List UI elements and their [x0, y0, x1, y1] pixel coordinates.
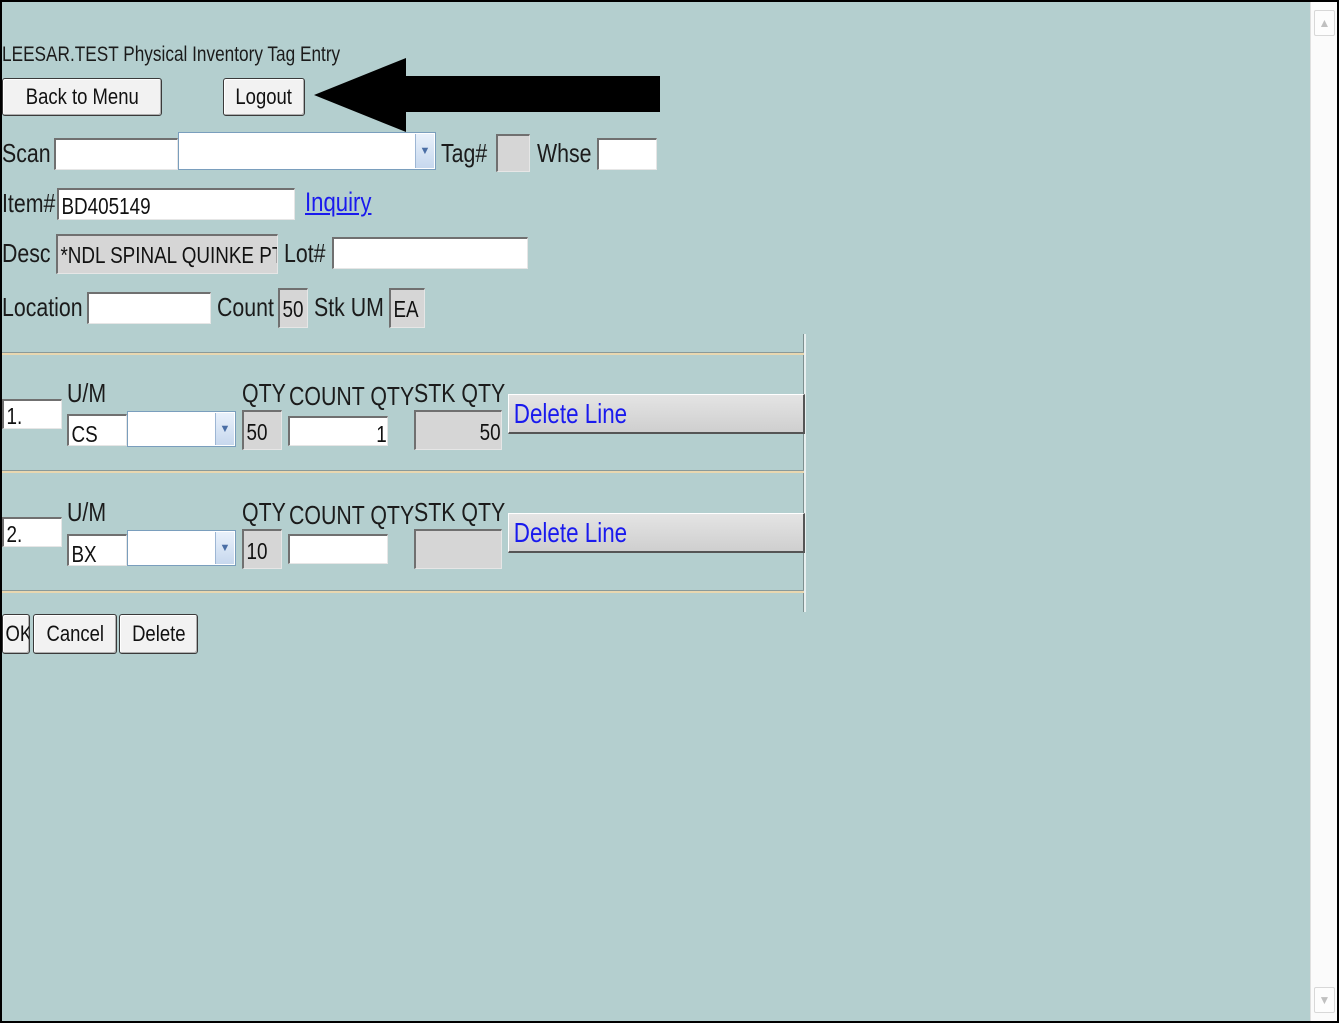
stk-um-field: EA [389, 288, 425, 328]
divider [2, 590, 804, 593]
scan-input[interactable] [54, 138, 178, 170]
scroll-up-icon[interactable]: ▲ [1314, 10, 1335, 36]
um-label: U/M [67, 497, 107, 527]
stk-qty-field: 50 [414, 410, 502, 450]
delete-button[interactable]: Delete [119, 614, 198, 654]
whse-input[interactable] [597, 138, 657, 170]
desc-label: Desc [2, 238, 51, 268]
cancel-button[interactable]: Cancel [33, 614, 117, 654]
qty-label: QTY [242, 378, 286, 408]
item-label: Item# [2, 188, 56, 218]
divider [2, 352, 804, 355]
delete-line-button[interactable]: Delete Line [508, 513, 805, 553]
count-qty-input[interactable] [288, 534, 388, 564]
count-qty-label: COUNT QTY [289, 381, 415, 411]
scan-label: Scan [2, 138, 51, 168]
whse-label: Whse [537, 138, 592, 168]
line-number-input[interactable]: 1. [2, 399, 62, 429]
qty-field: 10 [242, 529, 282, 569]
table-right-border [803, 334, 806, 612]
stk-qty-field [414, 529, 502, 569]
location-input[interactable] [87, 292, 211, 324]
count-label: Count [217, 292, 274, 322]
chevron-down-icon: ▼ [415, 134, 434, 168]
tag-field [496, 134, 530, 172]
um-select[interactable]: ▼ [127, 530, 236, 566]
location-label: Location [2, 292, 83, 322]
lot-label: Lot# [284, 238, 326, 268]
line-number-input[interactable]: 2. [2, 517, 62, 547]
back-to-menu-button[interactable]: Back to Menu [2, 78, 162, 116]
stk-um-label: Stk UM [314, 292, 384, 322]
stk-qty-label: STK QTY [414, 378, 506, 408]
page-title: LEESAR.TEST Physical Inventory Tag Entry [2, 43, 341, 66]
inquiry-link[interactable]: Inquiry [305, 189, 371, 216]
divider [2, 470, 804, 473]
qty-label: QTY [242, 497, 286, 527]
scroll-down-icon[interactable]: ▼ [1314, 987, 1335, 1013]
chevron-down-icon: ▼ [215, 532, 234, 564]
um-input[interactable]: CS [67, 414, 127, 446]
desc-field: *NDL SPINAL QUINKE PT [56, 234, 278, 274]
chevron-down-icon: ▼ [215, 413, 234, 445]
count-field: 50 [278, 288, 308, 328]
ok-button[interactable]: OK [2, 614, 30, 654]
stk-qty-label: STK QTY [414, 497, 506, 527]
tag-label: Tag# [441, 138, 488, 168]
um-label: U/M [67, 378, 107, 408]
vertical-scrollbar[interactable]: ▲ ▼ [1310, 2, 1337, 1021]
app-window: LEESAR.TEST Physical Inventory Tag Entry… [0, 0, 1339, 1023]
um-input[interactable]: BX [67, 534, 127, 566]
count-qty-input[interactable]: 1 [288, 416, 388, 446]
item-input[interactable]: BD405149 [57, 188, 295, 220]
left-arrow-icon [314, 58, 660, 132]
scan-select[interactable]: ▼ [178, 132, 436, 170]
logout-button[interactable]: Logout [223, 78, 305, 116]
qty-field: 50 [242, 410, 282, 450]
um-select[interactable]: ▼ [127, 411, 236, 447]
delete-line-button[interactable]: Delete Line [508, 394, 805, 434]
count-qty-label: COUNT QTY [289, 500, 415, 530]
lot-input[interactable] [332, 237, 528, 269]
